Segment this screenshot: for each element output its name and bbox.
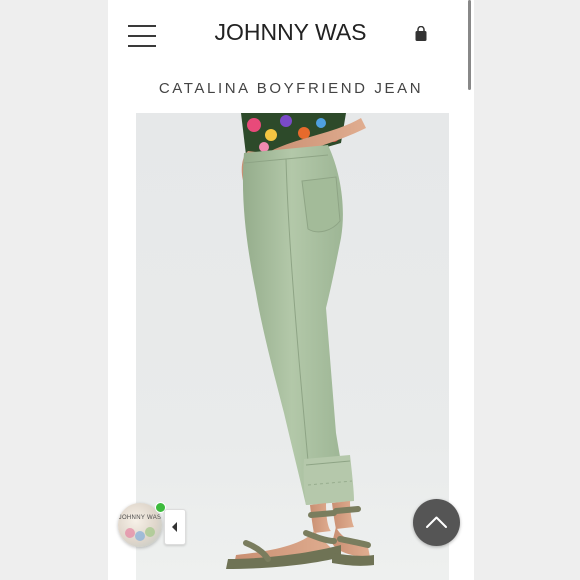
chevron-left-icon xyxy=(172,522,177,532)
page-background-left xyxy=(0,0,108,580)
cart-button[interactable] xyxy=(414,25,428,42)
chevron-up-icon xyxy=(426,516,447,528)
page-background-right xyxy=(474,0,580,580)
hamburger-menu-icon xyxy=(128,25,156,27)
shopping-bag-icon xyxy=(415,25,427,41)
scrollbar[interactable] xyxy=(468,0,471,90)
chat-widget[interactable]: JOHNNY WAS xyxy=(118,502,186,547)
brand-logo[interactable]: JOHNNY WAS xyxy=(188,18,393,46)
menu-button[interactable] xyxy=(128,25,156,47)
chat-toggle-button[interactable] xyxy=(164,509,186,545)
scroll-to-top-button[interactable] xyxy=(413,499,460,546)
mobile-screen: JOHNNY WAS CATALINA BOYFRIEND JEAN JOHNN… xyxy=(108,0,474,580)
product-title: CATALINA BOYFRIEND JEAN xyxy=(158,80,424,97)
